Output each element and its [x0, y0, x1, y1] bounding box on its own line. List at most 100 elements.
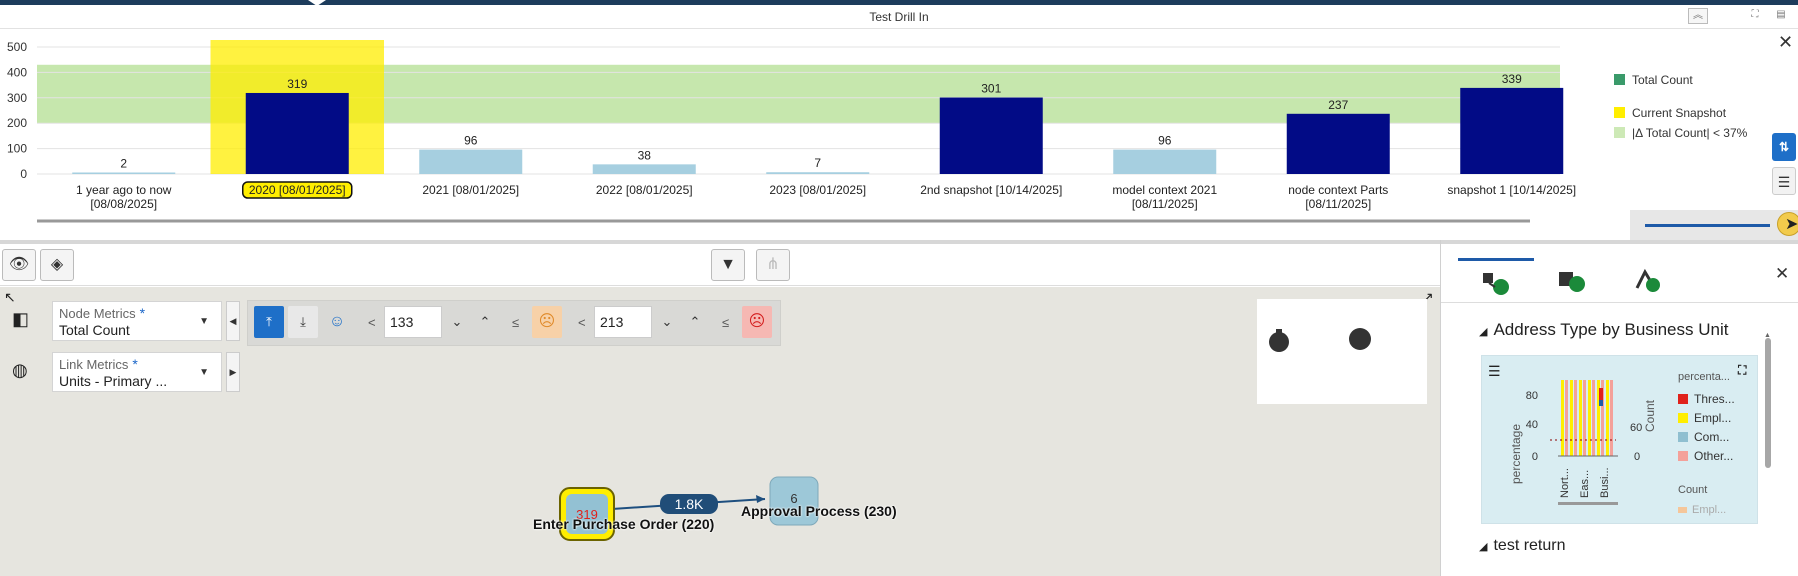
bar[interactable]	[245, 92, 349, 174]
bar-value-label: 96	[1158, 134, 1172, 148]
low-threshold-input[interactable]: 133	[384, 306, 442, 338]
eye-icon[interactable]: 👁	[2, 249, 36, 281]
collapse-up-icon[interactable]: ︽	[1688, 8, 1708, 24]
mini-legend-swatch[interactable]	[1678, 451, 1688, 461]
neutral-face-icon[interactable]: ☹	[532, 306, 562, 338]
legend-delta-band[interactable]: |Δ Total Count| < 37%	[1614, 126, 1747, 140]
y-tick-label: 200	[7, 116, 27, 130]
happy-face-icon[interactable]: ☺	[322, 306, 352, 338]
sad-face-icon[interactable]: ☹	[742, 306, 772, 338]
x-tick-label[interactable]: node context Parts	[1288, 183, 1388, 197]
bar[interactable]	[1460, 87, 1564, 174]
y-tick-label: 400	[7, 65, 27, 79]
bar[interactable]	[1286, 113, 1390, 174]
mini-legend-label[interactable]: Com...	[1694, 430, 1729, 444]
x-tick-label[interactable]: 1 year ago to now	[76, 183, 172, 197]
mini-bars	[1550, 380, 1616, 456]
bar[interactable]	[72, 172, 176, 175]
panel-scrollbar[interactable]: ▲	[1763, 332, 1773, 564]
minimap-node	[1349, 328, 1371, 350]
section-title: test return	[1493, 537, 1566, 554]
bar-chart-svg: 0 100 200 300 400 500 2 1 year ago to now[08/08…	[7, 40, 1576, 223]
section-title: Address Type by Business Unit	[1493, 320, 1729, 339]
chevron-up-icon[interactable]: ⌃	[472, 306, 498, 338]
collapse-triangle-icon: ◢	[1479, 541, 1488, 553]
x-tick-label[interactable]: 2020 [08/01/2025]	[249, 183, 346, 197]
slider-track[interactable]	[1645, 224, 1770, 227]
chevron-down-icon[interactable]: ⌄	[654, 306, 680, 338]
edge-label[interactable]: 1.8K	[675, 496, 704, 512]
panel-close-icon[interactable]: ✕	[1775, 264, 1789, 284]
x-tick-label[interactable]: 2022 [08/01/2025]	[596, 183, 693, 197]
bar[interactable]	[1113, 149, 1217, 174]
bar[interactable]	[592, 164, 696, 174]
y-tick-label: 300	[7, 91, 27, 105]
y-tick-label: 100	[7, 142, 27, 156]
tab-underline	[1441, 302, 1798, 303]
mini-chart[interactable]: ☰ ⛶ percentage 80 40 0 Nort... Eas... Bu…	[1481, 355, 1758, 524]
mini-xtick: Nort...	[1559, 468, 1571, 498]
sort-icon[interactable]: ⇅	[1772, 133, 1796, 161]
legend-total-count[interactable]: Total Count	[1614, 73, 1693, 87]
mini-legend2-swatch	[1678, 507, 1687, 513]
tab-chart-view[interactable]	[1534, 258, 1610, 302]
fit-screen-icon[interactable]: ⛶	[1745, 8, 1765, 24]
high-threshold-input[interactable]: 213	[594, 306, 652, 338]
mini-legend-swatch[interactable]	[1678, 432, 1688, 442]
x-tick-label[interactable]: [08/11/2025]	[1305, 197, 1371, 211]
align-bottom-icon[interactable]: ⤓	[288, 306, 318, 338]
drill-chart: 0 100 200 300 400 500 2 1 year ago to now [08/08…	[0, 30, 1798, 240]
section-address-type[interactable]: ◢ Address Type by Business Unit	[1479, 320, 1728, 340]
tab-link-view[interactable]	[1610, 258, 1686, 302]
mini-legend-label[interactable]: Empl...	[1694, 411, 1731, 425]
cursor-icon: ➤	[1785, 216, 1798, 233]
mini-legend-swatch[interactable]	[1678, 394, 1688, 404]
hierarchy-icon[interactable]: ⋔	[756, 249, 790, 281]
legend-label: |Δ Total Count| < 37%	[1632, 126, 1748, 140]
mini-legend2-item: Empl...	[1692, 504, 1726, 516]
bar-value-label: 339	[1502, 72, 1522, 86]
right-panel: ✕ ◢ Address Type by Business Unit ☰ ⛶ per…	[1440, 240, 1798, 576]
mini-legend-label[interactable]: Thres...	[1694, 392, 1735, 406]
chevron-up-icon[interactable]: ⌃	[682, 306, 708, 338]
bar[interactable]	[939, 97, 1043, 174]
mini-scroll[interactable]	[1558, 502, 1618, 505]
x-tick-label[interactable]: [08/11/2025]	[1132, 197, 1198, 211]
scroll-thumb[interactable]	[1765, 338, 1771, 468]
panel-layout-icon[interactable]: ▤	[1771, 8, 1791, 24]
graph-minimap[interactable]	[1257, 299, 1427, 404]
chart-close-icon[interactable]: ✕	[1778, 32, 1793, 53]
legend-label: Current Snapshot	[1632, 106, 1727, 120]
align-top-icon[interactable]: ⤒	[254, 306, 284, 338]
graph-toolbar: 👁 ◈ ▼ ⋔	[0, 244, 1440, 286]
bar[interactable]	[766, 172, 870, 174]
mini-legend-title: percenta...	[1678, 371, 1730, 383]
x-tick-label[interactable]: 2023 [08/01/2025]	[769, 183, 866, 197]
section-test-return[interactable]: ◢ test return	[1479, 537, 1566, 555]
tab-node-view[interactable]	[1458, 258, 1534, 302]
node-label: Approval Process (230)	[741, 503, 897, 519]
le-operator: ≤	[722, 315, 730, 330]
y-tick-label: 0	[20, 167, 27, 181]
x-tick-label[interactable]: [08/08/2025]	[90, 197, 157, 211]
title-bar: Test Drill In ︽ ⛶ ▤	[0, 5, 1798, 29]
x-tick-label[interactable]: 2021 [08/01/2025]	[422, 183, 519, 197]
x-tick-label[interactable]: 2nd snapshot [10/14/2025]	[920, 183, 1062, 197]
mini-y-label: percentage	[1509, 424, 1523, 484]
legend-current-snapshot[interactable]: Current Snapshot	[1614, 106, 1726, 120]
x-tick-label[interactable]: snapshot 1 [10/14/2025]	[1447, 183, 1576, 197]
snapshot-slider[interactable]: ➤	[1630, 210, 1798, 240]
node-label: Enter Purchase Order (220)	[533, 516, 715, 532]
bar[interactable]	[419, 149, 523, 174]
mini-legend-swatch[interactable]	[1678, 413, 1688, 423]
menu-icon[interactable]: ☰	[1772, 167, 1796, 195]
mini-legend-label[interactable]: Other...	[1694, 449, 1733, 463]
layers-icon[interactable]: ◈	[40, 249, 74, 281]
le-operator: ≤	[512, 315, 520, 330]
x-tick-label[interactable]: model context 2021	[1112, 183, 1217, 197]
bar-value-label: 38	[638, 148, 652, 162]
filter-icon[interactable]: ▼	[711, 249, 745, 281]
chevron-down-icon[interactable]: ⌄	[444, 306, 470, 338]
mini-ytick: 80	[1526, 390, 1538, 402]
bar-value-label: 319	[287, 77, 307, 91]
